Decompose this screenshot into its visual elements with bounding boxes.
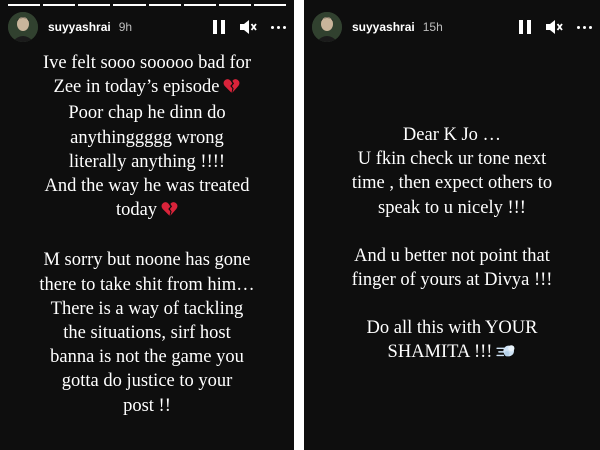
progress-segment [218, 4, 251, 6]
progress-segment [78, 4, 111, 6]
text-line: Zee in today’s episode [0, 75, 294, 101]
text-line: Dear K Jo … [402, 125, 502, 145]
dash-icon [496, 342, 516, 366]
story-right[interactable]: suyyashrai 15h Dear K Jo … U fkin check … [304, 0, 600, 450]
more-icon[interactable] [577, 25, 592, 29]
text-line: there to take shit from him… [39, 274, 255, 295]
text-line: And u better not point that [354, 245, 550, 266]
username[interactable]: suyyashrai [48, 20, 111, 34]
story-left[interactable]: suyyashrai 9h Ive felt sooo sooooo bad f… [0, 0, 294, 450]
text-line: anythinggggg wrong [70, 127, 224, 148]
story-progress-bar [8, 4, 286, 6]
story-header: suyyashrai 15h [312, 10, 592, 44]
story-text: Dear K Jo … U fkin check ur tone next ti… [304, 123, 600, 367]
text-line: Do all this with YOUR [366, 318, 538, 339]
progress-segment [253, 4, 286, 6]
text-line: finger of yours at Divya !!! [351, 270, 553, 291]
mute-icon[interactable] [545, 19, 563, 35]
divider [294, 0, 304, 450]
progress-segment [43, 4, 76, 6]
progress-segment [148, 4, 181, 6]
text-line: today [0, 198, 294, 224]
progress-segment [8, 4, 41, 6]
pause-icon[interactable] [213, 20, 225, 34]
more-icon[interactable] [271, 25, 286, 29]
text-line: M sorry but noone has gone [43, 250, 251, 271]
story-header: suyyashrai 9h [8, 10, 286, 44]
timestamp: 9h [118, 20, 133, 34]
text-line: post !! [123, 395, 171, 416]
timestamp: 15h [422, 20, 443, 34]
pause-icon[interactable] [519, 20, 531, 34]
text-line: Poor chap he dinn do [68, 103, 226, 124]
mute-icon[interactable] [239, 19, 257, 35]
text-line: There is a way of tackling [50, 298, 244, 319]
text-line: SHAMITA !!! [304, 340, 600, 366]
broken-heart-icon [223, 77, 240, 101]
text-line: gotta do justice to your [61, 371, 233, 392]
broken-heart-icon [161, 200, 178, 224]
text-line: time , then expect others to [351, 173, 553, 194]
story-text: Ive felt sooo sooooo bad for Zee in toda… [0, 51, 294, 418]
text-line: Ive felt sooo sooooo bad for [42, 53, 252, 73]
progress-segment [183, 4, 216, 6]
text-line: And the way he was treated [44, 176, 250, 197]
text-line: literally anything !!!! [68, 151, 226, 172]
text-line: speak to u nicely !!! [378, 197, 526, 218]
progress-segment [113, 4, 146, 6]
avatar[interactable] [312, 12, 342, 42]
avatar[interactable] [8, 12, 38, 42]
text-line: the situations, sirf host [63, 323, 231, 344]
text-line: U fkin check ur tone next [357, 149, 547, 170]
text-line: banna is not the game you [50, 347, 244, 368]
username[interactable]: suyyashrai [352, 20, 415, 34]
